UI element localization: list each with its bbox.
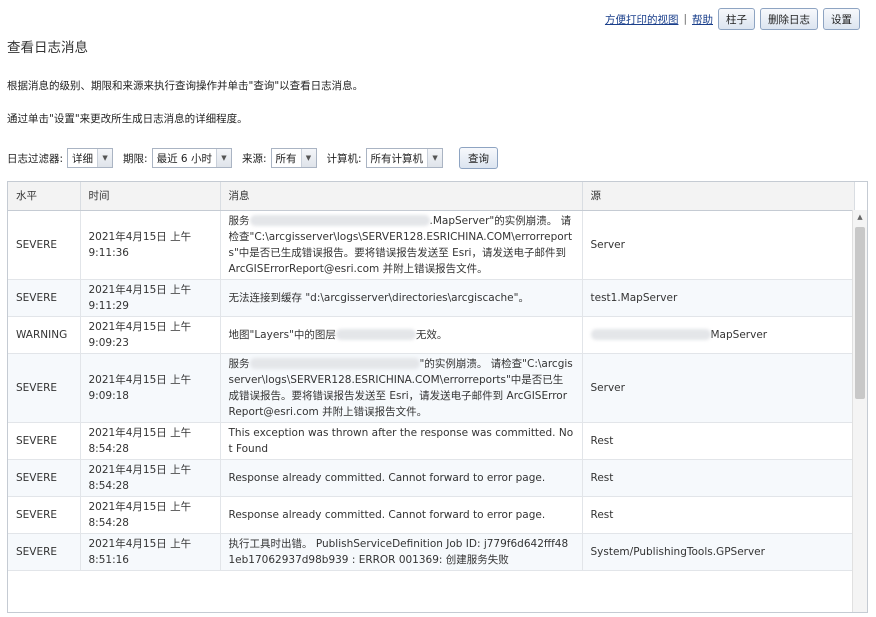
cell-message: 服务 "的实例崩溃。 请检查"C:\arcgisserver\logs\SERVE… xyxy=(220,353,583,423)
message-part: 无效。 xyxy=(415,328,448,341)
filter-bar: 日志过滤器: 详细 ▼ 期限: 最近 6 小时 ▼ 来源: 所有 ▼ 计算机: … xyxy=(7,147,499,169)
message-part: 地图"Layers"中的图层 xyxy=(228,328,336,341)
chevron-down-icon: ▼ xyxy=(300,149,316,167)
log-filter-label: 日志过滤器: xyxy=(7,152,64,165)
cell-message: Response already committed. Cannot forwa… xyxy=(220,459,583,497)
cell-message: 无法连接到缓存 "d:\arcgisserver\directories\arc… xyxy=(220,279,583,317)
cell-level: SEVERE xyxy=(8,459,81,497)
cell-time: 2021年4月15日 上午 8:54:28 xyxy=(80,422,221,460)
table-header-row: 水平 时间 消息 源 xyxy=(8,182,855,211)
delete-logs-button[interactable]: 删除日志 xyxy=(760,8,818,30)
cell-message: 执行工具时出错。 PublishServiceDefinition Job ID… xyxy=(220,533,583,571)
cell-level: SEVERE xyxy=(8,533,81,571)
header-time[interactable]: 时间 xyxy=(80,182,221,211)
log-filter-value: 详细 xyxy=(72,152,94,165)
table-row[interactable]: SEVERE 2021年4月15日 上午 8:54:28 Response al… xyxy=(8,496,855,534)
redacted-text xyxy=(335,329,416,340)
cell-source: MapServer xyxy=(582,316,855,354)
redacted-text xyxy=(249,215,430,226)
cell-source: Rest xyxy=(582,422,855,460)
machine-value: 所有计算机 xyxy=(370,152,424,165)
scrollbar-thumb[interactable] xyxy=(855,227,865,399)
cell-time: 2021年4月15日 上午 8:51:16 xyxy=(80,533,221,571)
cell-message: This exception was thrown after the resp… xyxy=(220,422,583,460)
columns-button[interactable]: 柱子 xyxy=(718,8,755,30)
description-query: 根据消息的级别、期限和来源来执行查询操作并单击"查询"以查看日志消息。 xyxy=(7,80,364,92)
source-label: 来源: xyxy=(241,152,267,165)
source-part: MapServer xyxy=(710,328,768,341)
table-row[interactable]: SEVERE 2021年4月15日 上午 8:54:28 Response al… xyxy=(8,459,855,497)
source-value: 所有 xyxy=(275,152,297,165)
machine-label: 计算机: xyxy=(326,152,362,165)
table-row[interactable]: SEVERE 2021年4月15日 上午 9:11:29 无法连接到缓存 "d:… xyxy=(8,279,855,317)
link-separator: | xyxy=(683,13,687,25)
description-settings: 通过单击"设置"来更改所生成日志消息的详细程度。 xyxy=(7,113,248,125)
cell-source: test1.MapServer xyxy=(582,279,855,317)
cell-source: Rest xyxy=(582,496,855,534)
message-part: 服务 xyxy=(228,357,250,370)
cell-time: 2021年4月15日 上午 9:11:29 xyxy=(80,279,221,317)
age-label: 期限: xyxy=(123,152,148,165)
age-value: 最近 6 小时 xyxy=(156,152,212,165)
cell-level: SEVERE xyxy=(8,422,81,460)
cell-source: Rest xyxy=(582,459,855,497)
top-toolbar: 方便打印的视图 | 帮助 柱子 删除日志 设置 xyxy=(605,8,860,30)
redacted-text xyxy=(249,358,420,369)
help-link[interactable]: 帮助 xyxy=(692,12,713,27)
cell-level: SEVERE xyxy=(8,279,81,317)
cell-message: 地图"Layers"中的图层 无效。 xyxy=(220,316,583,354)
cell-level: SEVERE xyxy=(8,496,81,534)
table-row[interactable]: SEVERE 2021年4月15日 上午 9:11:36 服务 .MapServe… xyxy=(8,210,855,280)
log-table: 水平 时间 消息 源 SEVERE 2021年4月15日 上午 9:11:36 … xyxy=(7,181,868,613)
cell-time: 2021年4月15日 上午 8:54:28 xyxy=(80,496,221,534)
chevron-down-icon: ▼ xyxy=(427,149,443,167)
cell-time: 2021年4月15日 上午 9:09:18 xyxy=(80,353,221,423)
cell-source: Server xyxy=(582,210,855,280)
log-filter-select[interactable]: 详细 ▼ xyxy=(67,148,114,168)
message-part: 服务 xyxy=(228,214,250,227)
cell-source: System/PublishingTools.GPServer xyxy=(582,533,855,571)
cell-level: WARNING xyxy=(8,316,81,354)
cell-source: Server xyxy=(582,353,855,423)
table-row[interactable]: SEVERE 2021年4月15日 上午 9:09:18 服务 "的实例崩溃。 请… xyxy=(8,353,855,423)
cell-time: 2021年4月15日 上午 9:11:36 xyxy=(80,210,221,280)
page-title: 查看日志消息 xyxy=(7,40,88,56)
cell-level: SEVERE xyxy=(8,210,81,280)
chevron-down-icon: ▼ xyxy=(97,149,113,167)
print-view-link[interactable]: 方便打印的视图 xyxy=(605,12,679,27)
age-select[interactable]: 最近 6 小时 ▼ xyxy=(151,148,232,168)
settings-button[interactable]: 设置 xyxy=(823,8,860,30)
chevron-down-icon: ▼ xyxy=(215,149,231,167)
cell-level: SEVERE xyxy=(8,353,81,423)
table-row[interactable]: SEVERE 2021年4月15日 上午 8:51:16 执行工具时出错。 Pu… xyxy=(8,533,855,571)
header-level[interactable]: 水平 xyxy=(8,182,81,211)
cell-message: Response already committed. Cannot forwa… xyxy=(220,496,583,534)
header-source[interactable]: 源 xyxy=(582,182,855,211)
query-button[interactable]: 查询 xyxy=(459,147,499,169)
redacted-text xyxy=(590,329,711,340)
header-message[interactable]: 消息 xyxy=(220,182,583,211)
source-select[interactable]: 所有 ▼ xyxy=(270,148,317,168)
cell-message: 服务 .MapServer"的实例崩溃。 请检查"C:\arcgisserver\… xyxy=(220,210,583,280)
cell-time: 2021年4月15日 上午 9:09:23 xyxy=(80,316,221,354)
cell-time: 2021年4月15日 上午 8:54:28 xyxy=(80,459,221,497)
scroll-up-icon[interactable]: ▲ xyxy=(853,210,867,224)
machine-select[interactable]: 所有计算机 ▼ xyxy=(365,148,444,168)
vertical-scrollbar[interactable]: ▲ xyxy=(852,210,867,612)
table-row[interactable]: WARNING 2021年4月15日 上午 9:09:23 地图"Layers"… xyxy=(8,316,855,354)
table-row[interactable]: SEVERE 2021年4月15日 上午 8:54:28 This except… xyxy=(8,422,855,460)
